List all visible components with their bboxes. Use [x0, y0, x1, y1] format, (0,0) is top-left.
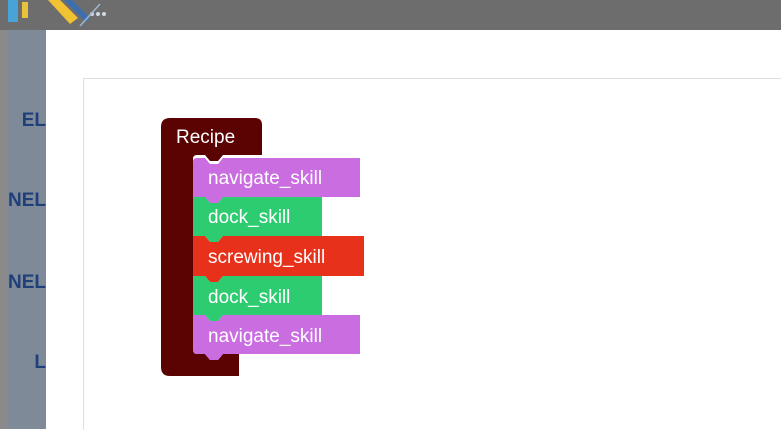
block-canvas[interactable]: Recipe navigate_skill dock_skill screwin… [84, 79, 781, 430]
app-logo [0, 0, 120, 30]
side-panel-label: NEL [8, 190, 46, 211]
top-bar [0, 0, 781, 30]
block-label: navigate_skill [208, 168, 322, 189]
screwing-skill-block[interactable]: screwing_skill [193, 236, 364, 282]
recipe-block-label: Recipe [176, 127, 235, 148]
navigate-skill-block[interactable]: navigate_skill [193, 315, 360, 360]
side-panel-label: L [34, 352, 46, 373]
background-side-panel: EL NEL NEL L [8, 30, 46, 429]
block-label: dock_skill [208, 207, 290, 228]
block-label: dock_skill [208, 287, 290, 308]
block-label: screwing_skill [208, 247, 325, 268]
side-panel-label: EL [21, 110, 46, 131]
block-label: navigate_skill [208, 326, 322, 347]
blockly-workspace[interactable]: Recipe navigate_skill dock_skill screwin… [83, 78, 781, 430]
dock-skill-block[interactable]: dock_skill [193, 276, 322, 321]
dock-skill-block[interactable]: dock_skill [193, 197, 322, 242]
navigate-skill-block[interactable]: navigate_skill [193, 158, 360, 203]
side-panel-label: NEL [8, 272, 46, 293]
